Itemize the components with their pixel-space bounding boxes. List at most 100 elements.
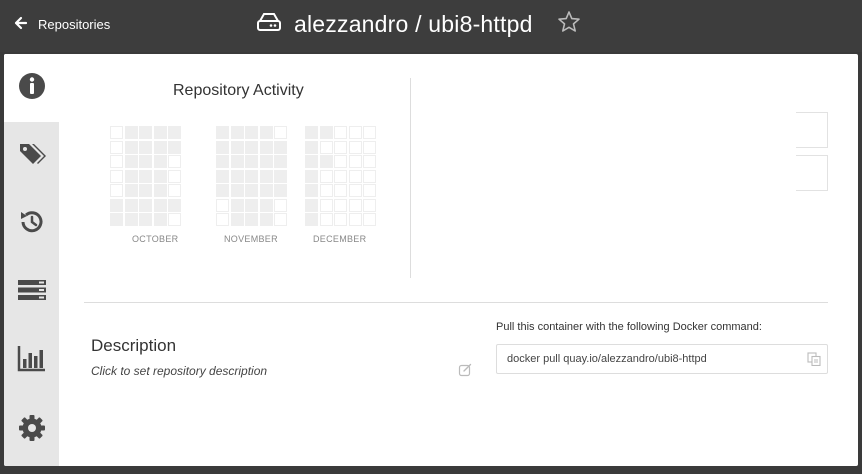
back-to-repositories-link[interactable]: Repositories	[14, 16, 110, 33]
activity-day-cell	[230, 198, 244, 212]
activity-day-cell	[124, 126, 138, 139]
activity-day-cell	[305, 198, 318, 212]
activity-day-cell	[319, 184, 333, 197]
activity-day-cell	[319, 169, 333, 183]
tab-tags[interactable]	[4, 122, 59, 190]
activity-day-cell	[153, 126, 167, 139]
activity-day-cell	[305, 184, 318, 197]
activity-day-cell	[319, 126, 333, 139]
tags-icon	[17, 139, 47, 174]
activity-day-cell	[319, 155, 333, 168]
copy-icon[interactable]	[807, 352, 821, 371]
activity-day-cell	[216, 213, 229, 226]
pull-command-field[interactable]: docker pull quay.io/alezzandro/ubi8-http…	[496, 344, 828, 374]
activity-day-cell	[230, 213, 244, 226]
empty-field-box	[796, 112, 828, 148]
activity-day-cell	[216, 198, 229, 212]
activity-day-cell	[216, 184, 229, 197]
activity-day-cell	[334, 184, 347, 197]
activity-day-cell	[274, 169, 287, 183]
activity-day-cell	[110, 198, 123, 212]
arrow-left-icon	[14, 16, 28, 33]
activity-day-cell	[153, 140, 167, 154]
tab-settings[interactable]	[4, 396, 59, 464]
activity-day-cell	[334, 140, 347, 154]
activity-day-cell	[259, 169, 273, 183]
description-placeholder[interactable]: Click to set repository description	[91, 364, 267, 378]
activity-day-cell	[363, 169, 376, 183]
activity-day-cell	[139, 184, 152, 197]
builds-icon	[17, 275, 47, 310]
activity-day-cell	[259, 198, 273, 212]
activity-day-cell	[124, 198, 138, 212]
activity-day-cell	[245, 213, 258, 226]
activity-day-cell	[319, 213, 333, 226]
activity-day-cell	[274, 126, 287, 139]
star-outline-icon[interactable]	[557, 10, 581, 39]
activity-day-cell	[274, 213, 287, 226]
pull-command-label: Pull this container with the following D…	[496, 321, 762, 333]
activity-day-cell	[110, 140, 123, 154]
description-heading: Description	[91, 336, 177, 355]
activity-day-cell	[124, 213, 138, 226]
activity-day-cell	[348, 198, 362, 212]
info-icon	[17, 71, 47, 106]
month-label-november: NOVEMBER	[224, 234, 278, 244]
month-label-december: DECEMBER	[313, 234, 367, 244]
activity-day-cell	[259, 213, 273, 226]
activity-day-cell	[259, 184, 273, 197]
activity-day-cell	[348, 169, 362, 183]
activity-day-cell	[168, 169, 181, 183]
activity-day-cell	[216, 126, 229, 139]
activity-day-cell	[110, 126, 123, 139]
activity-day-cell	[139, 126, 152, 139]
activity-day-cell	[245, 169, 258, 183]
activity-day-cell	[245, 155, 258, 168]
activity-day-cell	[245, 184, 258, 197]
activity-day-cell	[274, 140, 287, 154]
activity-day-cell	[168, 198, 181, 212]
activity-day-cell	[168, 184, 181, 197]
activity-day-cell	[334, 213, 347, 226]
history-icon	[17, 207, 47, 242]
activity-day-cell	[363, 213, 376, 226]
edit-icon[interactable]	[458, 363, 472, 382]
activity-day-cell	[245, 140, 258, 154]
bar-chart-icon	[17, 343, 47, 378]
repository-panel: Repository Activity OCTOBER NOVEMBER DEC…	[4, 54, 858, 466]
activity-day-cell	[230, 169, 244, 183]
activity-day-cell	[139, 198, 152, 212]
activity-calendar	[110, 126, 376, 246]
activity-day-cell	[334, 126, 347, 139]
activity-day-cell	[305, 213, 318, 226]
activity-day-cell	[168, 126, 181, 139]
activity-day-cell	[363, 155, 376, 168]
tab-usage[interactable]	[4, 326, 59, 394]
tab-history[interactable]	[4, 190, 59, 258]
tab-builds[interactable]	[4, 258, 59, 326]
activity-day-cell	[363, 184, 376, 197]
activity-day-cell	[348, 126, 362, 139]
activity-day-cell	[110, 169, 123, 183]
activity-day-cell	[153, 213, 167, 226]
activity-day-cell	[124, 155, 138, 168]
activity-day-cell	[274, 184, 287, 197]
activity-day-cell	[259, 126, 273, 139]
activity-day-cell	[153, 155, 167, 168]
activity-day-cell	[363, 198, 376, 212]
activity-day-cell	[110, 184, 123, 197]
pull-command-text[interactable]: docker pull quay.io/alezzandro/ubi8-http…	[507, 353, 707, 365]
activity-day-cell	[363, 126, 376, 139]
repository-title: alezzandro / ubi8-httpd	[294, 11, 533, 37]
activity-day-cell	[168, 155, 181, 168]
activity-day-cell	[305, 140, 318, 154]
empty-field-box	[796, 155, 828, 191]
activity-day-cell	[216, 155, 229, 168]
tab-info[interactable]	[4, 54, 59, 122]
activity-day-cell	[153, 184, 167, 197]
activity-day-cell	[153, 198, 167, 212]
activity-day-cell	[168, 140, 181, 154]
activity-day-cell	[348, 184, 362, 197]
month-label-october: OCTOBER	[132, 234, 179, 244]
activity-day-cell	[319, 140, 333, 154]
